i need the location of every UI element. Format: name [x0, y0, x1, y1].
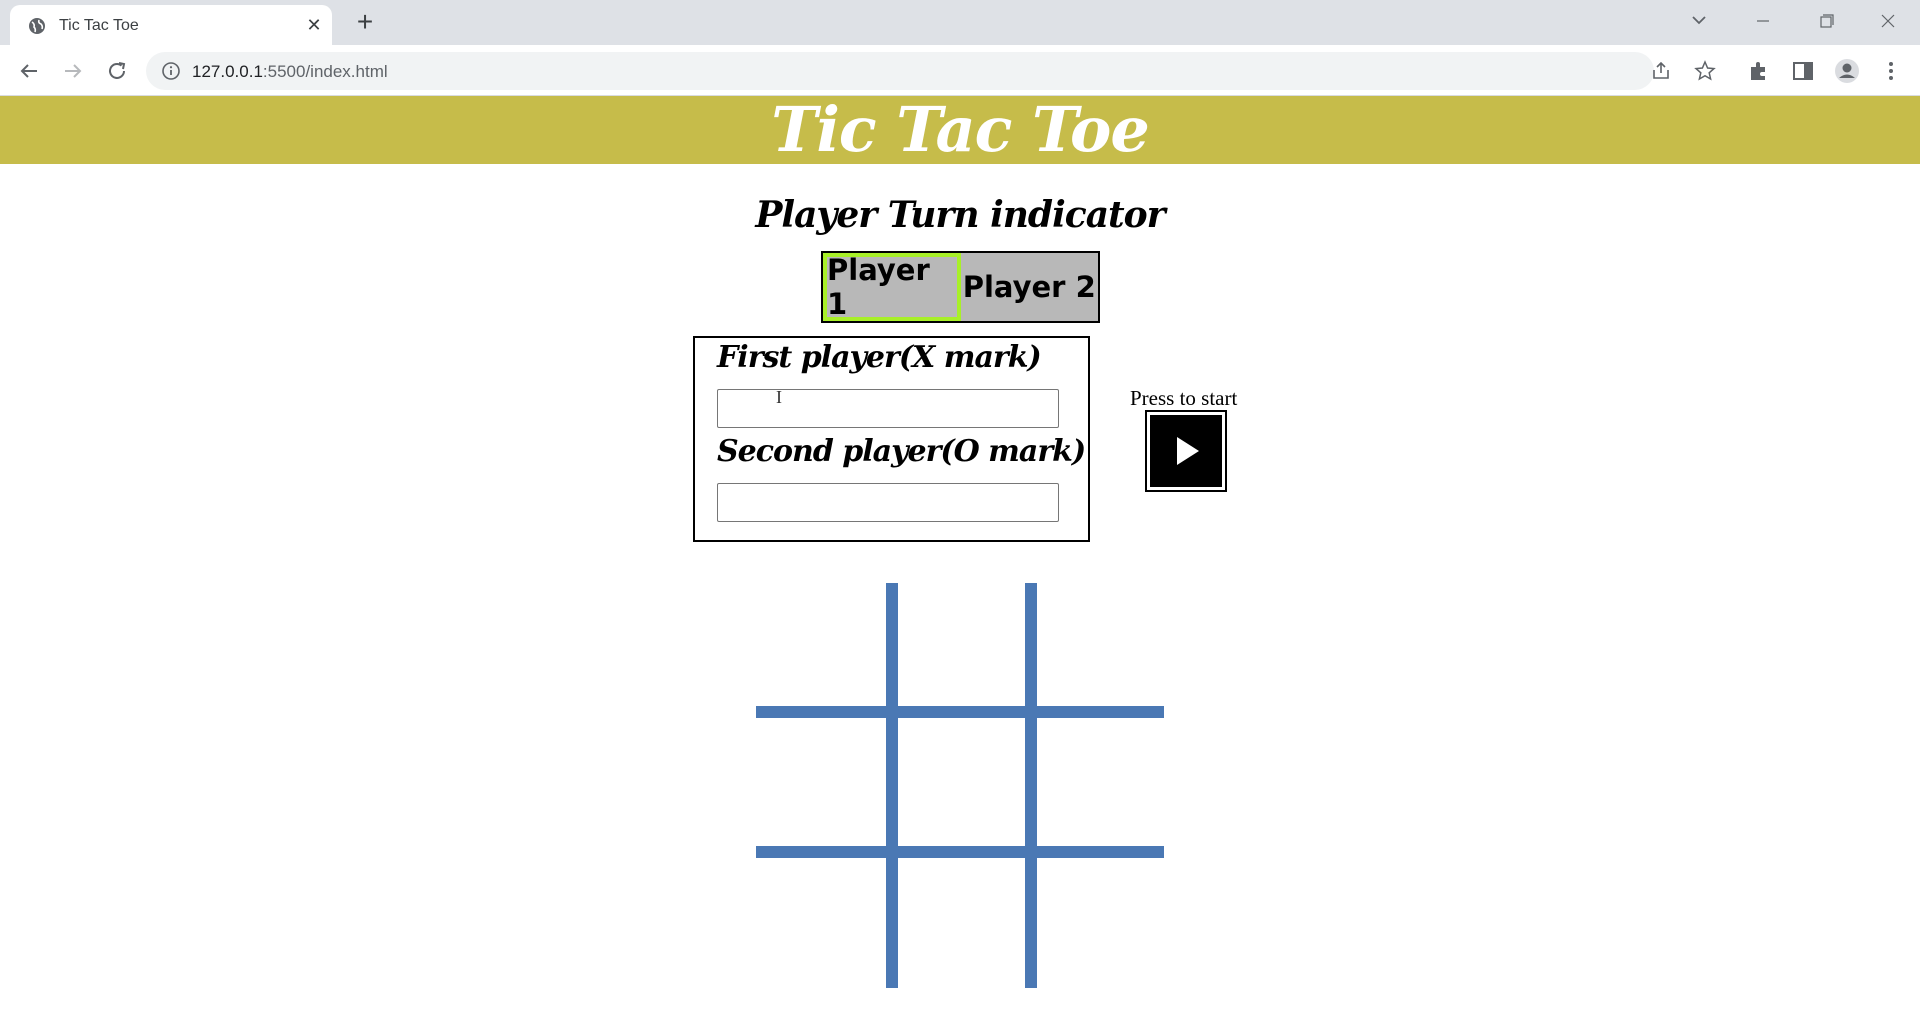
game-title: Tic Tac Toe	[771, 93, 1150, 166]
start-label: Press to start	[1130, 386, 1238, 410]
reload-icon[interactable]	[103, 57, 131, 85]
url-text[interactable]: 127.0.0.1:5500/index.html	[192, 62, 388, 82]
player-1-indicator: Player 1	[823, 253, 961, 321]
browser-toolbar: 127.0.0.1:5500/index.html	[0, 45, 1920, 96]
url-host: 127.0.0.1	[192, 62, 263, 81]
board-cell[interactable]	[756, 718, 892, 853]
minimize-icon[interactable]	[1745, 6, 1781, 36]
board-cell[interactable]	[892, 853, 1028, 988]
tab-close-icon[interactable]: ✕	[304, 15, 324, 35]
game-header: Tic Tac Toe	[0, 96, 1920, 164]
address-bar[interactable]: 127.0.0.1:5500/index.html	[146, 52, 1716, 90]
tab-search-chevron-icon[interactable]	[1687, 8, 1711, 32]
browser-tab[interactable]: Tic Tac Toe ✕	[10, 5, 332, 45]
tab-title: Tic Tac Toe	[59, 17, 139, 34]
page-content: Tic Tac Toe Player Turn indicator Player…	[0, 96, 1920, 1015]
restore-icon[interactable]	[1808, 6, 1844, 36]
browser-tabstrip: Tic Tac Toe ✕ +	[0, 0, 1920, 45]
second-player-label: Second player(O mark)	[717, 434, 1086, 469]
second-player-input[interactable]	[717, 483, 1059, 522]
player-2-indicator: Player 2	[962, 270, 1096, 304]
play-icon	[1177, 437, 1199, 465]
board-cell[interactable]	[1028, 583, 1164, 718]
turn-indicator-title: Player Turn indicator	[755, 194, 1165, 236]
turn-indicator: Player 1 Player 2	[821, 251, 1100, 323]
side-panel-icon[interactable]	[1790, 58, 1816, 84]
board-cell[interactable]	[756, 583, 892, 718]
forward-arrow-icon[interactable]	[59, 57, 87, 85]
board-cell[interactable]	[1028, 718, 1164, 853]
site-info-icon[interactable]	[161, 61, 181, 81]
board-cell[interactable]	[892, 718, 1028, 853]
extensions-puzzle-icon[interactable]	[1746, 58, 1772, 84]
profile-avatar-icon[interactable]	[1834, 58, 1860, 84]
window-close-icon[interactable]	[1870, 6, 1906, 36]
board-cell[interactable]	[1028, 853, 1164, 988]
new-tab-button[interactable]: +	[350, 7, 380, 37]
back-arrow-icon[interactable]	[15, 57, 43, 85]
game-board	[756, 583, 1164, 988]
bookmark-star-icon[interactable]	[1694, 60, 1716, 82]
board-cell[interactable]	[756, 853, 892, 988]
first-player-input[interactable]	[717, 389, 1059, 428]
globe-icon	[29, 18, 45, 34]
start-button[interactable]	[1145, 410, 1227, 492]
start-button-face[interactable]	[1150, 415, 1222, 487]
url-path: :5500/index.html	[262, 62, 388, 81]
share-icon[interactable]	[1650, 60, 1672, 82]
text-cursor-icon: I	[776, 387, 782, 407]
first-player-label: First player(X mark)	[717, 340, 1042, 375]
board-cell[interactable]	[892, 583, 1028, 718]
kebab-menu-icon[interactable]	[1878, 58, 1904, 84]
player-names-form: First player(X mark) Second player(O mar…	[693, 336, 1090, 542]
